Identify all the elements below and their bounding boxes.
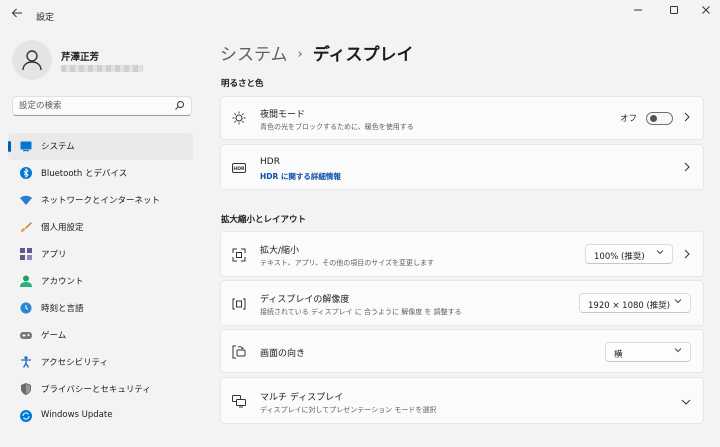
multi-display-card[interactable]: マルチ ディスプレイ ディスプレイに対してプレゼンテーション モードを選択 <box>220 377 704 424</box>
sidebar-item-personalization[interactable]: 個人用設定 <box>8 214 193 241</box>
chevron-right-icon[interactable] <box>683 111 691 126</box>
system-icon <box>20 141 32 152</box>
sidebar-item-label: アカウント <box>41 277 84 287</box>
night-light-subtitle: 青色の光をブロックするために、暖色を使用する <box>260 123 414 131</box>
accessibility-icon <box>21 356 31 368</box>
scale-dropdown[interactable]: 100% (推奨) <box>585 244 673 264</box>
resolution-dropdown[interactable]: 1920 × 1080 (推奨) <box>579 293 691 313</box>
resolution-icon <box>232 298 246 310</box>
sidebar-item-accounts[interactable]: アカウント <box>8 268 193 295</box>
sidebar-item-bluetooth[interactable]: Bluetooth とデバイス <box>8 160 193 187</box>
sidebar-nav: システム Bluetooth とデバイス ネットワークとインターネット 個人用設… <box>8 133 193 430</box>
sidebar-item-gaming[interactable]: ゲーム <box>8 322 193 349</box>
scale-dropdown-value: 100% (推奨) <box>594 252 645 262</box>
sidebar-item-accessibility[interactable]: アクセシビリティ <box>8 349 193 376</box>
minimize-icon[interactable] <box>626 4 650 20</box>
breadcrumb-separator: › <box>297 47 303 62</box>
resolution-card[interactable]: ディスプレイの解像度 接続されている ディスプレイ に 合うように 解像度 を … <box>220 280 704 326</box>
apps-icon <box>20 248 32 260</box>
sidebar-item-label: プライバシーとセキュリティ <box>41 385 151 395</box>
search-box[interactable] <box>12 96 192 116</box>
orientation-card[interactable]: 画面の向き 横 <box>220 329 704 373</box>
back-arrow-icon[interactable] <box>8 7 26 25</box>
user-email-redacted <box>61 65 143 72</box>
svg-text:HDR: HDR <box>233 166 245 172</box>
sidebar-item-label: アプリ <box>41 250 67 260</box>
sidebar-item-label: ゲーム <box>41 331 67 341</box>
scale-card[interactable]: 拡大/縮小 テキスト、アプリ、その他の項目のサイズを変更します 100% (推奨… <box>220 231 704 277</box>
multi-display-icon <box>232 395 246 408</box>
chevron-right-icon[interactable] <box>683 248 691 263</box>
orientation-dropdown[interactable]: 横 <box>605 342 691 362</box>
night-light-icon <box>232 111 246 125</box>
orientation-icon <box>232 345 246 359</box>
app-title: 設定 <box>36 13 55 23</box>
bluetooth-icon <box>20 167 32 179</box>
search-input[interactable] <box>19 97 169 115</box>
search-icon[interactable] <box>174 100 185 111</box>
close-icon[interactable] <box>694 4 718 20</box>
hdr-icon: HDR <box>232 163 246 173</box>
sidebar-item-label: システム <box>41 142 75 152</box>
sidebar-item-time-language[interactable]: 時刻と言語 <box>8 295 193 322</box>
sidebar-item-label: 時刻と言語 <box>41 304 84 314</box>
sidebar-item-network[interactable]: ネットワークとインターネット <box>8 187 193 214</box>
scale-icon <box>232 248 246 262</box>
avatar <box>12 40 52 80</box>
windows-update-icon <box>20 410 32 422</box>
section-title-scale-layout: 拡大縮小とレイアウト <box>221 215 307 225</box>
resolution-subtitle: 接続されている ディスプレイ に 合うように 解像度 を 調整する <box>260 308 462 316</box>
multi-display-subtitle: ディスプレイに対してプレゼンテーション モードを選択 <box>260 406 437 414</box>
breadcrumb-parent[interactable]: システム <box>220 45 288 65</box>
brush-icon <box>21 222 32 232</box>
night-light-toggle-label: オフ <box>619 114 637 124</box>
sidebar-item-privacy-security[interactable]: プライバシーとセキュリティ <box>8 376 193 403</box>
network-icon <box>20 195 32 205</box>
night-light-title: 夜間モード <box>260 110 306 120</box>
title-bar: 設定 <box>0 0 720 32</box>
page-title: ディスプレイ <box>312 45 414 65</box>
hdr-info-link[interactable]: HDR に関する詳細情報 <box>260 171 341 182</box>
orientation-dropdown-value: 横 <box>614 350 623 360</box>
night-light-toggle[interactable] <box>646 112 673 125</box>
sidebar-item-label: アクセシビリティ <box>41 358 109 368</box>
breadcrumb: システム › ディスプレイ <box>220 40 414 65</box>
night-light-card[interactable]: 夜間モード 青色の光をブロックするために、暖色を使用する オフ <box>220 96 704 140</box>
person-icon <box>22 50 42 71</box>
user-name: 芹澤正芳 <box>61 52 100 63</box>
toggle-knob <box>650 115 657 122</box>
resolution-dropdown-value: 1920 × 1080 (推奨) <box>588 301 671 311</box>
gaming-icon <box>20 332 32 339</box>
scale-title: 拡大/縮小 <box>260 246 300 256</box>
scale-subtitle: テキスト、アプリ、その他の項目のサイズを変更します <box>260 259 435 267</box>
section-title-brightness-color: 明るさと色 <box>221 79 264 89</box>
chevron-down-icon <box>674 297 682 307</box>
time-language-icon <box>20 302 32 314</box>
chevron-down-icon <box>674 346 682 356</box>
hdr-title: HDR <box>260 157 280 167</box>
shield-icon <box>21 383 31 395</box>
sidebar-item-apps[interactable]: アプリ <box>8 241 193 268</box>
chevron-down-icon[interactable] <box>681 396 691 409</box>
multi-display-title: マルチ ディスプレイ <box>260 393 344 403</box>
sidebar-item-windows-update[interactable]: Windows Update <box>8 403 193 430</box>
sidebar-item-system[interactable]: システム <box>8 133 193 160</box>
maximize-icon[interactable] <box>662 4 686 20</box>
hdr-card[interactable]: HDR HDR HDR に関する詳細情報 <box>220 144 704 190</box>
chevron-right-icon[interactable] <box>683 161 691 176</box>
sidebar-item-label: Windows Update <box>41 410 113 420</box>
orientation-title: 画面の向き <box>260 349 306 359</box>
sidebar-item-label: 個人用設定 <box>41 223 84 233</box>
sidebar-item-label: Bluetooth とデバイス <box>41 169 128 179</box>
chevron-down-icon <box>656 248 664 258</box>
resolution-title: ディスプレイの解像度 <box>260 295 350 305</box>
account-icon <box>20 275 32 287</box>
sidebar-item-label: ネットワークとインターネット <box>41 196 161 206</box>
